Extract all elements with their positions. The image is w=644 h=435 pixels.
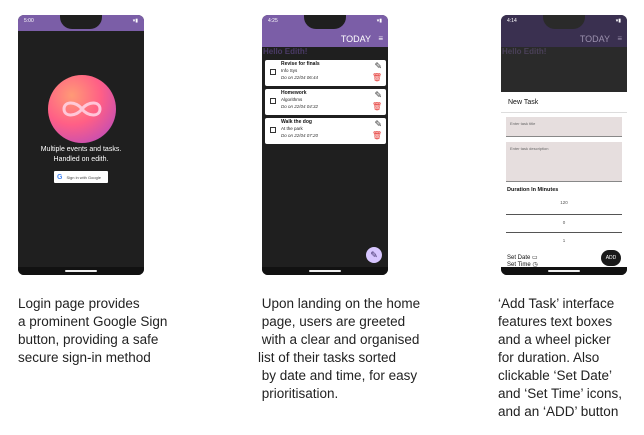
google-sign-in-label: Sign in with Google	[66, 174, 101, 180]
status-clock: 5:00	[24, 18, 34, 24]
add-button[interactable]: ADD	[601, 250, 621, 266]
task-checkbox[interactable]	[270, 69, 276, 75]
dialog-title: New Task	[508, 99, 539, 106]
camera-notch	[59, 15, 103, 29]
tagline: Multiple events and tasks. Handled on ed…	[18, 145, 144, 165]
task-title: Walk the dog	[281, 119, 312, 125]
task-title-placeholder: Enter task title	[510, 121, 536, 126]
menu-icon[interactable]: ≡	[378, 34, 383, 43]
edit-pencil-icon[interactable]: ✎	[374, 61, 382, 72]
home-indicator[interactable]	[548, 270, 580, 272]
duration-wheel-value[interactable]: 0	[506, 220, 622, 225]
duration-wheel-value[interactable]: 120	[506, 200, 622, 205]
home-caption: Upon landing on the home page, users are…	[258, 296, 421, 401]
add-task-screen: 4:14 ▾▮ TODAY ≡ Hello Edith! New Task En…	[501, 15, 627, 275]
task-title: Homework	[281, 90, 307, 96]
delete-trash-icon[interactable]: 🗑	[372, 102, 382, 111]
camera-notch	[542, 15, 586, 29]
tagline-line-2: Handled on edith.	[53, 156, 109, 163]
task-card[interactable]: Walk the dog At the park Do on 22/04 07:…	[265, 118, 386, 144]
duration-label: Duration In Minutes	[507, 187, 559, 193]
pencil-icon: ✎	[370, 250, 378, 260]
google-icon: G	[57, 173, 63, 181]
infinity-icon	[62, 101, 102, 117]
new-task-dialog: New Task Enter task title Enter task des…	[501, 92, 627, 268]
nav-bar	[18, 267, 144, 275]
divider	[501, 112, 627, 113]
nav-bar	[501, 267, 627, 275]
greeting: Hello Edith!	[263, 47, 308, 56]
signal-battery-icon: ▾▮	[615, 18, 621, 24]
task-checkbox[interactable]	[270, 98, 276, 104]
edit-pencil-icon[interactable]: ✎	[374, 90, 382, 101]
delete-trash-icon[interactable]: 🗑	[372, 73, 382, 82]
task-subtitle: Info Sys	[281, 68, 298, 73]
task-due: Do on 22/04 06:44	[281, 75, 319, 80]
login-caption: Login page provides a prominent Google S…	[18, 296, 168, 365]
status-clock: 4:25	[268, 18, 278, 24]
google-sign-in-button[interactable]: G Sign in with Google	[54, 171, 108, 183]
wheel-selector-line	[506, 214, 622, 215]
app-bar: TODAY ≡	[262, 31, 388, 47]
home-indicator[interactable]	[65, 270, 97, 272]
home-screen: 4:25 ▾▮ TODAY ≡ Hello Edith! Revise for …	[262, 15, 388, 275]
task-title: Revise for finals	[281, 61, 320, 67]
duration-wheel-value[interactable]: 1	[506, 238, 622, 243]
greeting: Hello Edith!	[502, 47, 547, 56]
app-logo	[48, 75, 116, 143]
wheel-selector-line	[506, 232, 622, 233]
edit-pencil-icon[interactable]: ✎	[374, 119, 382, 130]
login-screen: 5:00 ▾▮ Multiple events and tasks. Handl…	[18, 15, 144, 275]
signal-battery-icon: ▾▮	[132, 18, 138, 24]
tagline-line-1: Multiple events and tasks.	[40, 146, 122, 153]
app-bar: TODAY ≡	[501, 31, 627, 47]
signal-battery-icon: ▾▮	[376, 18, 382, 24]
task-description-placeholder: Enter task description	[510, 146, 549, 151]
home-indicator[interactable]	[309, 270, 341, 272]
add-task-fab[interactable]: ✎	[366, 247, 382, 263]
app-bar-title: TODAY	[579, 34, 610, 44]
add-task-caption: ‘Add Task’ interface features text boxes…	[498, 296, 623, 419]
app-bar-title: TODAY	[340, 34, 371, 44]
task-title-input[interactable]: Enter task title	[506, 117, 622, 137]
task-due: Do on 22/04 07:20	[281, 133, 319, 138]
task-card[interactable]: Homework Algorithms Do on 22/04 04:32 ✎ …	[265, 89, 386, 115]
set-date-button[interactable]: Set Date ▭	[507, 254, 538, 261]
camera-notch	[303, 15, 347, 29]
status-clock: 4:14	[507, 18, 517, 24]
task-checkbox[interactable]	[270, 127, 276, 133]
task-description-input[interactable]: Enter task description	[506, 142, 622, 182]
task-subtitle: Algorithms	[281, 97, 303, 102]
task-card[interactable]: Revise for finals Info Sys Do on 22/04 0…	[265, 60, 386, 86]
nav-bar	[262, 267, 388, 275]
menu-icon: ≡	[617, 34, 622, 43]
task-due: Do on 22/04 04:32	[281, 104, 319, 109]
delete-trash-icon[interactable]: 🗑	[372, 131, 382, 140]
task-subtitle: At the park	[281, 126, 303, 131]
